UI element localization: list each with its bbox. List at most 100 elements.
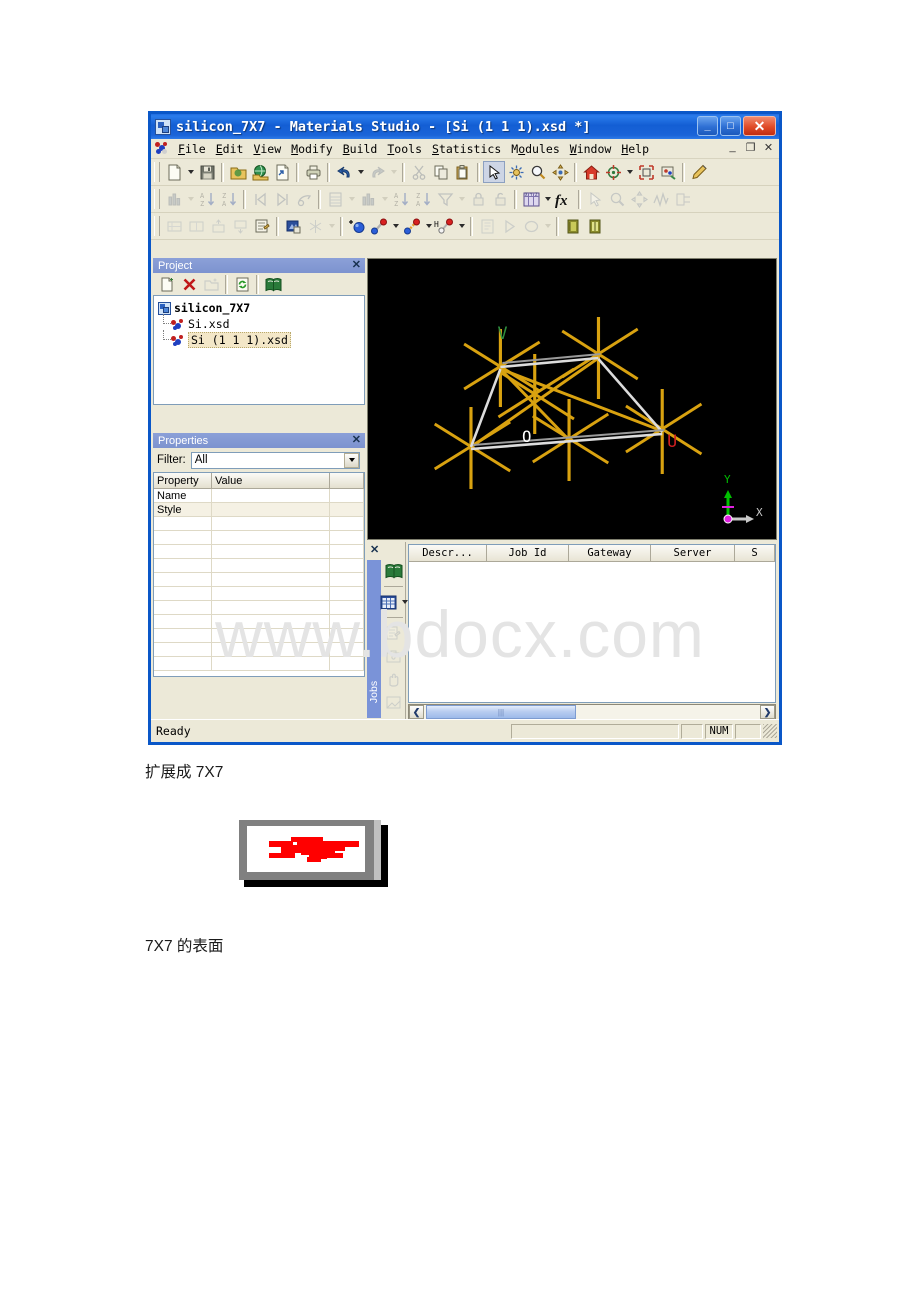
insert-above-button[interactable] (207, 215, 229, 237)
properties-grid[interactable]: Property Value Name Style (153, 472, 365, 677)
sketch-ring-button[interactable] (401, 215, 423, 237)
job-table-dropdown-icon[interactable] (399, 591, 410, 613)
column-header-job-id[interactable]: Job Id (487, 545, 569, 562)
jobs-horizontal-scrollbar[interactable]: ❮ ❯ (408, 704, 776, 720)
column-header-value[interactable]: Value (212, 473, 330, 489)
paste-button[interactable] (452, 161, 474, 183)
job-settings-button[interactable] (383, 691, 405, 713)
sort-ascending-button[interactable]: AZ (196, 188, 218, 210)
tree-item-si-111-xsd[interactable]: Si (1 1 1).xsd (158, 330, 362, 348)
unlock-button[interactable] (489, 188, 511, 210)
print-button[interactable] (302, 161, 324, 183)
sort-descending-button[interactable]: ZA (218, 188, 240, 210)
web-browse-button[interactable] (249, 161, 271, 183)
cut-button[interactable] (408, 161, 430, 183)
table-button[interactable] (324, 188, 346, 210)
symmetry-dropdown-icon[interactable] (326, 215, 337, 237)
select-tool-button[interactable] (483, 161, 505, 183)
project-tree[interactable]: silicon_7X7 Si.xsd Si (1 1 1).xsd (153, 295, 365, 405)
new-folder-button[interactable] (200, 273, 222, 295)
column-header-description[interactable]: Descr... (409, 545, 487, 562)
pan-tool-button[interactable] (549, 161, 571, 183)
mdi-minimize-button[interactable]: _ (725, 140, 740, 154)
histogram-button[interactable] (357, 188, 379, 210)
study-table-button[interactable]: XYZ (520, 188, 542, 210)
copy-button[interactable] (430, 161, 452, 183)
filter-dropdown-icon[interactable] (456, 188, 467, 210)
toolbar-grip[interactable] (154, 189, 160, 209)
function-button[interactable]: fx (553, 188, 575, 210)
home-view-button[interactable] (580, 161, 602, 183)
add-row-button[interactable] (163, 215, 185, 237)
redo-button[interactable] (366, 161, 388, 183)
server-gateway-button[interactable] (562, 215, 584, 237)
project-panel-close-icon[interactable]: ✕ (352, 258, 361, 273)
tree-item-si-xsd[interactable]: Si.xsd (158, 314, 362, 332)
scrollbar-track[interactable] (424, 705, 760, 719)
add-column-button[interactable] (185, 215, 207, 237)
chart-dropdown-icon[interactable] (185, 188, 196, 210)
fit-to-screen-button[interactable] (635, 161, 657, 183)
toolbar-grip[interactable] (154, 162, 160, 182)
close-button[interactable]: ✕ (743, 116, 776, 136)
property-value[interactable] (212, 489, 330, 503)
job-table-button[interactable] (377, 591, 399, 613)
scrollbar-thumb[interactable] (426, 705, 576, 719)
table-row[interactable]: Style (154, 503, 364, 517)
previous-frame-button[interactable] (249, 188, 271, 210)
window-titlebar[interactable]: silicon_7X7 - Materials Studio - [Si (1 … (151, 114, 779, 139)
open-library-button[interactable] (262, 273, 284, 295)
menu-help[interactable]: Help (616, 141, 654, 157)
delete-button[interactable] (178, 273, 200, 295)
magnifier-tool-button[interactable] (606, 188, 628, 210)
center-view-button[interactable] (602, 161, 624, 183)
menu-modify[interactable]: Modify (286, 141, 338, 157)
jobs-table[interactable]: Descr... Job Id Gateway Server S (408, 544, 776, 703)
add-hydrogen-button[interactable]: H (434, 215, 456, 237)
job-archive-button[interactable] (383, 645, 405, 667)
save-button[interactable] (196, 161, 218, 183)
chart-button[interactable] (163, 188, 185, 210)
undo-button[interactable] (333, 161, 355, 183)
rotate-tool-button[interactable] (505, 161, 527, 183)
run-button[interactable] (498, 215, 520, 237)
annotation-pencil-button[interactable] (688, 161, 710, 183)
table-row[interactable]: Name (154, 489, 364, 503)
minimize-button[interactable]: _ (697, 116, 718, 136)
tree-item-project[interactable]: silicon_7X7 (158, 300, 362, 316)
menu-edit[interactable]: Edit (211, 141, 249, 157)
graph-tool-button[interactable] (672, 188, 694, 210)
menu-modules[interactable]: Modules (506, 141, 565, 157)
job-status-button[interactable] (520, 215, 542, 237)
sketch-ring-dropdown-icon[interactable] (423, 215, 434, 237)
display-style-button[interactable] (657, 161, 679, 183)
filter-button[interactable] (434, 188, 456, 210)
sketch-bond-button[interactable] (368, 215, 390, 237)
column-header-property[interactable]: Property (154, 473, 212, 489)
server-console-button[interactable] (584, 215, 606, 237)
jobs-tab[interactable]: Jobs (367, 560, 381, 718)
pointer-tool-button[interactable] (584, 188, 606, 210)
property-value[interactable] (212, 503, 330, 517)
redo-dropdown-icon[interactable] (388, 161, 399, 183)
maximize-button[interactable]: □ (720, 116, 741, 136)
menu-statistics[interactable]: Statistics (427, 141, 506, 157)
table-dropdown-icon[interactable] (346, 188, 357, 210)
properties-panel-close-icon[interactable]: ✕ (352, 433, 361, 448)
new-document-dropdown-icon[interactable] (185, 161, 196, 183)
toolbar-grip[interactable] (154, 216, 160, 236)
refresh-button[interactable] (231, 273, 253, 295)
chevron-down-icon[interactable] (344, 452, 359, 468)
study-table-dropdown-icon[interactable] (542, 188, 553, 210)
menu-tools[interactable]: Tools (382, 141, 427, 157)
next-frame-button[interactable] (271, 188, 293, 210)
scroll-left-button[interactable]: ❮ (409, 705, 424, 719)
resize-grip[interactable] (763, 724, 777, 738)
job-details-button[interactable] (383, 622, 405, 644)
add-hydrogen-dropdown-icon[interactable] (456, 215, 467, 237)
undo-dropdown-icon[interactable] (355, 161, 366, 183)
export-button[interactable] (271, 161, 293, 183)
menu-window[interactable]: Window (565, 141, 617, 157)
center-view-dropdown-icon[interactable] (624, 161, 635, 183)
menu-build[interactable]: Build (338, 141, 383, 157)
